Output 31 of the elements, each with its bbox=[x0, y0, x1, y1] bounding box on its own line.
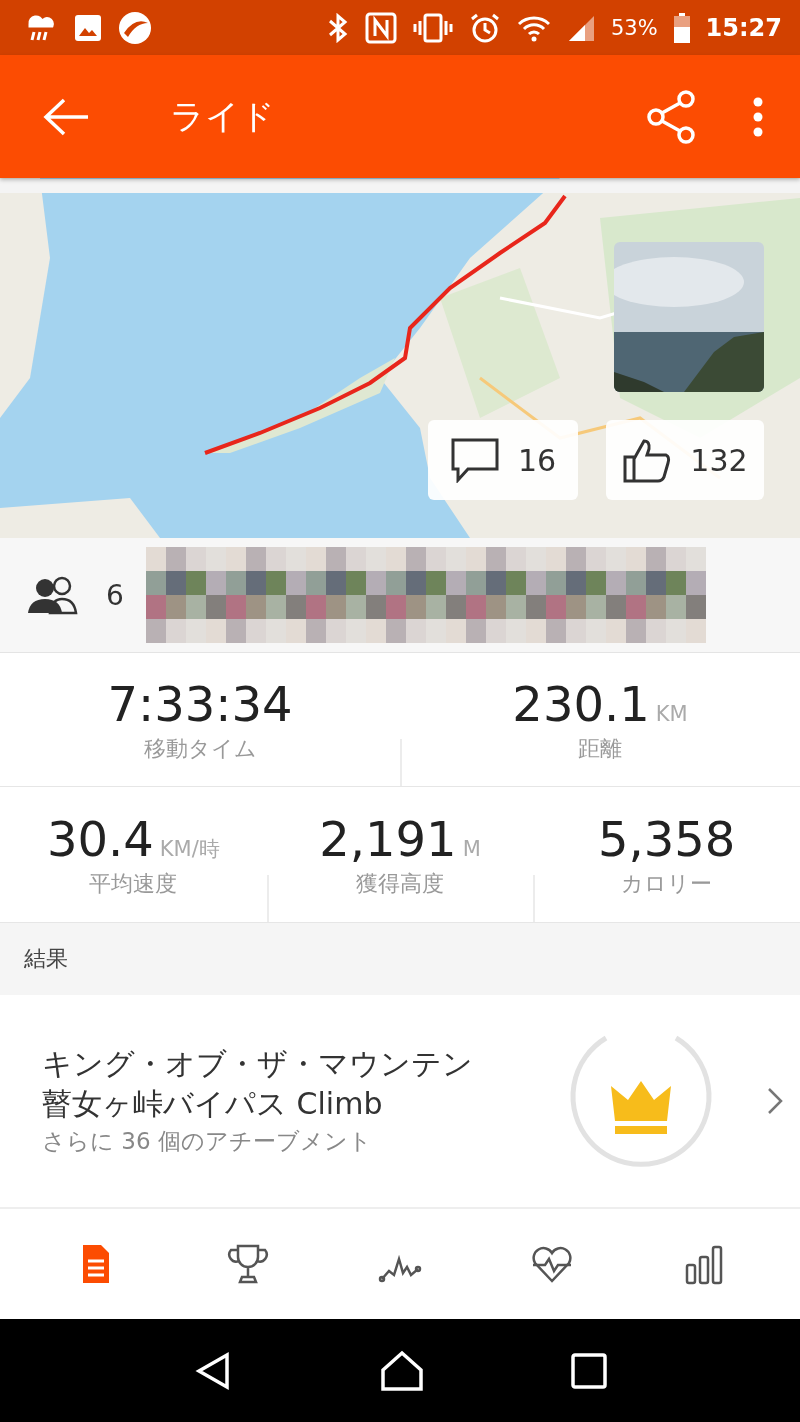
achievement-count: さらに 36 個のアチーブメント bbox=[42, 1127, 373, 1156]
vibrate-icon bbox=[412, 12, 453, 43]
image-icon bbox=[74, 13, 102, 42]
more-icon bbox=[752, 96, 764, 137]
battery-icon bbox=[673, 12, 690, 43]
stat-value: 5,358 bbox=[597, 810, 736, 867]
athlete-count: 6 bbox=[106, 578, 124, 612]
alarm-icon bbox=[468, 11, 501, 44]
clock: 15:27 bbox=[705, 13, 782, 42]
bluetooth-icon bbox=[326, 12, 349, 43]
stat-label: 平均速度 bbox=[89, 869, 178, 898]
stat-value: 2,191 bbox=[319, 810, 457, 867]
achievement-row[interactable]: キング・オブ・ザ・マウンテン 瞽女ヶ峠バイパス Climb さらに 36 個のアチーブメント bbox=[0, 995, 800, 1209]
achievement-title: キング・オブ・ザ・マウンテン bbox=[42, 1045, 474, 1083]
stat-unit: KM bbox=[655, 701, 688, 726]
app-logo-icon bbox=[118, 10, 152, 45]
stat-label: 移動タイム bbox=[143, 734, 257, 763]
screen-title: ライド bbox=[170, 94, 275, 138]
stat-value: 7:33:34 bbox=[107, 675, 293, 732]
battery-percentage: 53% bbox=[610, 15, 658, 40]
stat-unit: KM/時 bbox=[159, 835, 220, 863]
stat-label: 距離 bbox=[578, 734, 622, 763]
stat-label: カロリー bbox=[621, 869, 713, 898]
stat-unit: M bbox=[462, 836, 481, 861]
stat-label: 獲得高度 bbox=[356, 869, 444, 898]
stat-value: 30.4 bbox=[46, 810, 154, 867]
section-header: 結果 bbox=[24, 945, 68, 973]
segment-name: 瞽女ヶ峠バイパス Climb bbox=[42, 1085, 384, 1123]
chevron-icon bbox=[766, 1086, 784, 1116]
nfc-icon bbox=[364, 11, 397, 44]
stat-value: 230.1 bbox=[512, 675, 650, 732]
